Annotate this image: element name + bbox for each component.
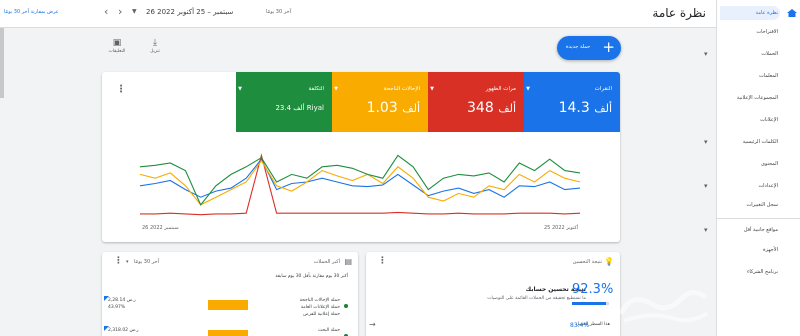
sidebar-item-recommendations[interactable]: الاقتراحات [720,26,778,38]
scrollbar[interactable] [0,28,4,98]
more-vert-icon[interactable]: ⋮ [378,256,387,266]
more-vert-icon[interactable]: ⋮ [114,256,123,266]
table-row[interactable]: حملة البحث 2,318.02 ر.س [104,326,354,336]
chevron-down-icon: ▾ [704,138,708,146]
top-bar: نظرة عامة عرض بمقارنة آخر 30 يومًا ‹ › ▼… [0,0,716,28]
x-axis-end-label: 25 أكتوبر 2022 [544,225,579,231]
campaign-bar [208,330,248,336]
score-bar-fill [572,302,607,305]
optimization-row-value: 83.4% [570,322,590,329]
chevron-down-icon: ▾ [704,50,708,58]
lightbulb-icon: 💡 [604,257,614,266]
plus-icon: + [602,38,615,56]
page-title: نظرة عامة [652,6,706,20]
sidebar-item-keywords[interactable]: ▾ الكلمات الرئيسية [704,136,778,148]
sidebar-divider [716,218,800,219]
performance-card: ⋮ التكلفة ▼ 23.4 ألف Riyal الإحالات النا… [102,72,620,242]
metric-clicks[interactable]: النقرات ▼ ألف 14.3 [524,72,620,132]
sidebar-item-partners[interactable]: برنامج الشركاء [720,266,778,278]
campaign-bar [208,300,248,310]
sidebar-item-ad-groups[interactable]: المجموعات الإعلانية [720,92,778,104]
status-dot-icon [344,304,348,308]
chevron-down-icon: ▾ [704,182,708,190]
table-row[interactable]: حملة الإحالات الناجحة حملة الإعلانات الع… [104,296,354,320]
metric-impressions[interactable]: مرات الظهور ▼ ألف 348 [428,72,524,132]
sidebar: نظرة عامة الاقتراحات ▾ الحملات المعلمات ا… [704,0,800,336]
sidebar-item-ads[interactable]: الإعلانات [720,114,778,126]
series-line-0 [139,158,581,198]
download-button[interactable]: ⤓ تنزيل [142,38,168,60]
dropdown-caret-icon: ▼ [430,86,434,92]
date-range: 26 سبتمبر – 25 أكتوبر 2022 [146,8,234,16]
sidebar-item-fewer[interactable]: ▾ مواقع جانبية أقل [704,224,778,236]
new-campaign-button[interactable]: + حملة جديدة [557,36,621,60]
x-axis-start-label: 26 سبتمبر 2022 [142,225,179,231]
date-range-picker[interactable]: ▼ 26 سبتمبر – 25 أكتوبر 2022 آخر 30 يومً… [128,6,300,20]
dropdown-caret-icon: ▼ [132,8,137,15]
new-campaign-label: حملة جديدة [566,44,591,50]
more-vert-icon[interactable]: ⋮ [116,84,126,95]
campaigns-card: ▤ أكبر الحملات آخر 30 يومًا ▾ ⋮ أكبر 30 … [102,252,358,336]
performance-chart: 26 سبتمبر 2022 25 أكتوبر 2022 [132,142,592,232]
sidebar-item-content[interactable]: المحتوى [720,158,778,170]
chevron-left-icon[interactable]: ‹ [104,5,108,18]
metric-conversions-value: ألف 1.03 [366,100,420,116]
metric-impressions-value: ألف 348 [467,100,516,116]
arrow-right-icon[interactable]: → [369,320,376,329]
sidebar-item-settings[interactable]: ▾ الإعدادات [704,180,778,192]
optimization-card: 💡 نتيجة التحسين ⋮ نتيجة تحسين حسابك ما ت… [366,252,620,336]
sidebar-item-overview[interactable]: نظرة عامة [720,7,778,19]
line-chart [139,153,581,216]
campaign-icon: ▤ [344,257,352,266]
chevron-right-icon[interactable]: › [118,5,122,18]
sidebar-item-settings-params[interactable]: المعلمات [720,70,778,82]
feedback-icon: ▣ [112,38,122,48]
download-icon: ⤓ [153,38,157,48]
feedback-button[interactable]: ▣ التعليقات [104,38,130,60]
metric-clicks-value: ألف 14.3 [558,100,612,116]
date-preset: آخر 30 يومًا [266,9,291,15]
dropdown-caret-icon: ▾ [126,259,129,265]
campaigns-subtitle: أكبر 30 يوم مقارنة بأقل 30 يوم سابقة [275,274,348,279]
campaigns-card-header: أكبر الحملات [313,259,340,265]
optimization-card-header: نتيجة التحسين [572,259,602,265]
dropdown-caret-icon: ▼ [334,86,338,92]
series-line-1 [140,153,581,216]
metric-conversions[interactable]: الإحالات الناجحة ▼ ألف 1.03 [332,72,428,132]
chevron-down-icon: ▾ [704,226,708,234]
sidebar-item-change-history[interactable]: سجل التغييرات [720,199,779,211]
dropdown-caret-icon: ▼ [526,86,530,92]
metric-cost[interactable]: التكلفة ▼ 23.4 ألف Riyal [236,72,332,132]
home-icon[interactable] [786,8,798,18]
compare-link[interactable]: عرض بمقارنة آخر 30 يومًا [4,9,59,15]
metric-cost-value: 23.4 ألف Riyal [275,104,324,112]
watermark-logo [619,290,708,323]
sidebar-item-campaigns[interactable]: ▾ الحملات [704,48,778,60]
sidebar-item-devices[interactable]: الأجهزة [720,244,778,256]
dropdown-caret-icon: ▼ [238,86,242,92]
optimization-score: 92.3% [572,282,614,297]
campaigns-range-dropdown[interactable]: آخر 30 يومًا [134,259,159,265]
